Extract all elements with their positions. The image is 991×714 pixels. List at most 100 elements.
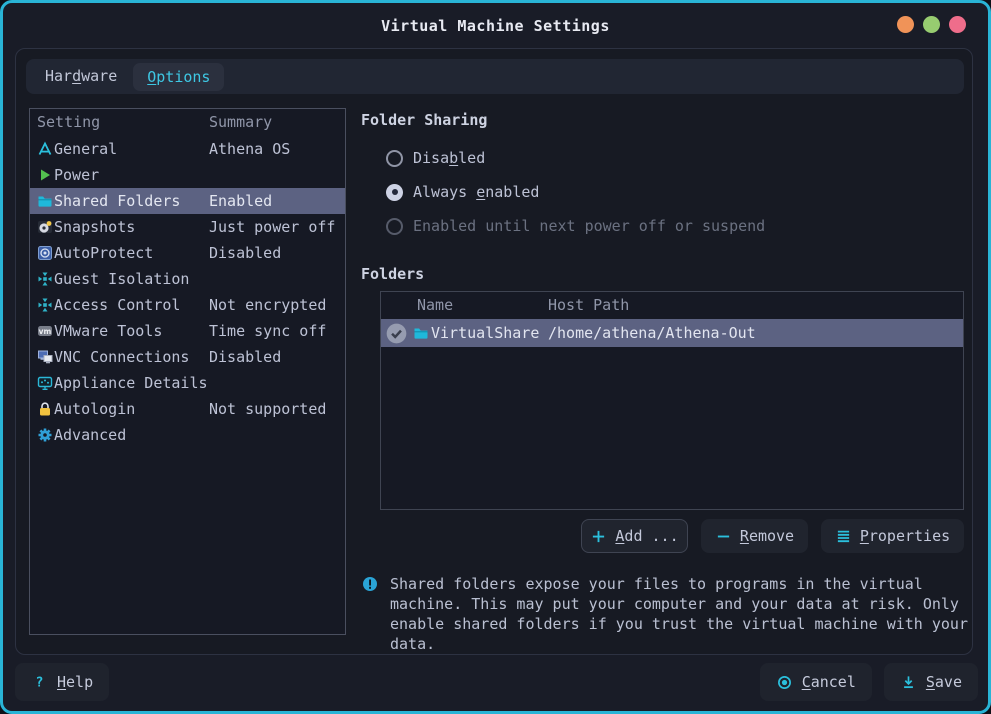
setting-summary: Just power off: [209, 218, 335, 236]
power-play-icon: [36, 167, 53, 183]
folder-sharing-title: Folder Sharing: [361, 111, 972, 129]
save-arrow-icon: [900, 674, 917, 690]
plus-icon: [590, 528, 607, 544]
radio-option-disabled[interactable]: Disabled: [386, 141, 972, 175]
settings-row-snapshots[interactable]: Snapshots Just power off: [30, 214, 345, 240]
svg-text:vm: vm: [38, 327, 51, 336]
access-control-icon: [36, 297, 53, 313]
save-button-label: Save: [926, 673, 962, 691]
minimize-light[interactable]: [897, 16, 914, 33]
settings-row-autoprotect[interactable]: AutoProtect Disabled: [30, 240, 345, 266]
setting-summary: Athena OS: [209, 140, 290, 158]
radio-unselected-icon[interactable]: [386, 150, 403, 167]
settings-row-shared-folders[interactable]: Shared FoldersEnabled: [30, 188, 345, 214]
remove-button-label: Remove: [740, 527, 794, 545]
setting-label: General: [54, 140, 117, 158]
host-path-column-header: Host Path: [548, 292, 629, 319]
setting-summary: Disabled: [209, 244, 281, 262]
setting-label: VMware Tools: [54, 322, 162, 340]
shared-folders-warning: Shared folders expose your files to prog…: [361, 574, 972, 654]
setting-label: Snapshots: [54, 218, 135, 236]
settings-row-vmware-tools[interactable]: vmVMware ToolsTime sync off: [30, 318, 345, 344]
folders-title: Folders: [361, 265, 972, 283]
setting-summary: Not encrypted: [209, 296, 326, 314]
content-area: Setting Summary General Athena OS Power Sha…: [16, 94, 972, 654]
titlebar: Virtual Machine Settings: [3, 3, 988, 48]
question-icon: ?: [31, 674, 48, 690]
setting-label: Guest Isolation: [54, 270, 189, 288]
athena-logo-icon: [36, 141, 53, 157]
radio-disabled-icon: [386, 218, 403, 235]
radio-label: Always enabled: [413, 183, 539, 201]
appliance-details-icon: [36, 375, 53, 391]
setting-label: Autologin: [54, 400, 135, 418]
folder-icon: [412, 325, 429, 341]
snapshot-disc-icon: [36, 219, 53, 235]
svg-text:?: ?: [36, 675, 44, 689]
folder-sharing-radio-group: Disabled Always enabled Enabled until next…: [386, 141, 972, 243]
settings-row-vnc-connections[interactable]: VNC Connections Disabled: [30, 344, 345, 370]
settings-row-advanced[interactable]: Advanced: [30, 422, 345, 448]
folders-button-row: Add ... Remove Properties: [361, 519, 972, 553]
folder-name: VirtualShare: [431, 324, 539, 342]
add-button[interactable]: Add ...: [581, 519, 688, 553]
radio-label: Enabled until next power off or suspend: [413, 217, 765, 235]
advanced-gear-icon: [36, 427, 53, 443]
folder-row-virtualshare[interactable]: VirtualShare/home/athena/Athena-Out: [381, 319, 963, 347]
settings-row-guest-isolation[interactable]: Guest Isolation: [30, 266, 345, 292]
setting-label: Power: [54, 166, 99, 184]
settings-row-power[interactable]: Power: [30, 162, 345, 188]
remove-button[interactable]: Remove: [701, 519, 808, 553]
maximize-light[interactable]: [923, 16, 940, 33]
dialog-footer: ? Help Cancel Save: [15, 663, 978, 701]
list-icon: [835, 528, 852, 544]
close-light[interactable]: [949, 16, 966, 33]
alert-icon: [361, 576, 378, 592]
setting-label: VNC Connections: [54, 348, 189, 366]
settings-row-autologin[interactable]: Autologin Not supported: [30, 396, 345, 422]
cancel-button[interactable]: Cancel: [760, 663, 872, 701]
folders-table-header: Name Host Path: [381, 292, 963, 319]
setting-label: Access Control: [54, 296, 180, 314]
minus-icon: [715, 528, 732, 544]
options-detail-panel: Folder Sharing Disabled Always enabled Ena…: [361, 108, 972, 654]
radio-selected-icon[interactable]: [386, 184, 403, 201]
help-button-label: Help: [57, 673, 93, 691]
folders-table: Name Host Path VirtualShare/home/athena/…: [380, 291, 964, 510]
properties-button[interactable]: Properties: [821, 519, 964, 553]
settings-row-access-control[interactable]: Access Control Not encrypted: [30, 292, 345, 318]
tab-hardware[interactable]: Hardware: [35, 59, 127, 94]
cancel-button-label: Cancel: [802, 673, 856, 691]
window-title: Virtual Machine Settings: [381, 17, 610, 35]
vm-settings-dialog: Virtual Machine Settings HardwareOptions…: [0, 0, 991, 714]
guest-isolation-icon: [36, 271, 53, 287]
autologin-lock-icon: [36, 401, 53, 417]
main-panel: HardwareOptions Setting Summary General A…: [15, 48, 973, 655]
vnc-connections-icon: [36, 349, 53, 365]
setting-label: Shared Folders: [54, 192, 180, 210]
settings-row-appliance-details[interactable]: Appliance Details: [30, 370, 345, 396]
setting-summary: Not supported: [209, 400, 326, 418]
settings-row-general[interactable]: General Athena OS: [30, 136, 345, 162]
tab-options[interactable]: Options: [133, 63, 224, 91]
name-column-header: Name: [417, 292, 453, 319]
setting-column-header: Setting: [37, 113, 100, 131]
warning-text: Shared folders expose your files to prog…: [390, 574, 970, 654]
help-button[interactable]: ? Help: [15, 663, 109, 701]
footer-right-group: Cancel Save: [760, 663, 978, 701]
summary-column-header: Summary: [209, 109, 272, 136]
setting-label: Appliance Details: [54, 374, 208, 392]
setting-summary: Disabled: [209, 348, 281, 366]
settings-table-header: Setting Summary: [30, 109, 345, 136]
shared-folder-icon: [36, 193, 53, 209]
check-circle-icon: [386, 323, 407, 344]
cancel-circle-icon: [776, 674, 793, 690]
vmware-tools-icon: vm: [36, 323, 53, 339]
folder-host-path: /home/athena/Athena-Out: [548, 324, 756, 342]
radio-option-always-enabled[interactable]: Always enabled: [386, 175, 972, 209]
settings-table: Setting Summary General Athena OS Power Sha…: [29, 108, 346, 635]
properties-button-label: Properties: [860, 527, 950, 545]
tab-bar: HardwareOptions: [26, 59, 964, 94]
setting-label: AutoProtect: [54, 244, 153, 262]
save-button[interactable]: Save: [884, 663, 978, 701]
